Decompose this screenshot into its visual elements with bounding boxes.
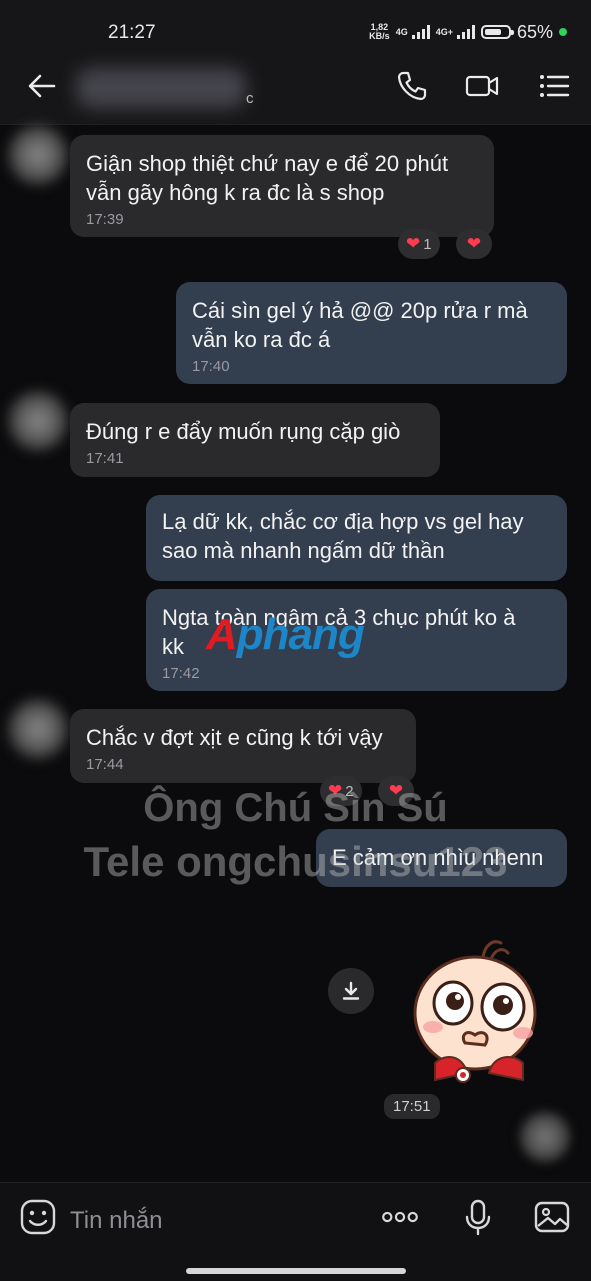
contact-name-suffix: c <box>246 90 254 107</box>
back-arrow-icon[interactable] <box>24 68 60 104</box>
gallery-icon[interactable] <box>532 1197 572 1237</box>
heart-reaction-icon: ❤ <box>406 234 421 253</box>
watermark-line-1: Ông Chú Sìn Sú <box>143 786 448 830</box>
status-icons: 1,82 KB/s 4G 4G+ 65% <box>369 20 567 44</box>
emoji-icon[interactable] <box>18 1197 58 1237</box>
battery-icon <box>480 25 514 39</box>
status-time: 21:27 <box>108 22 156 43</box>
download-button[interactable] <box>328 968 374 1014</box>
blurred-element <box>520 1112 570 1162</box>
download-icon <box>342 981 360 1000</box>
signal-icon <box>411 25 430 39</box>
privacy-dot-icon <box>559 28 567 36</box>
sticker-timestamp: 17:51 <box>384 1094 440 1119</box>
microphone-icon[interactable] <box>458 1197 498 1237</box>
message-composer: Tin nhắn <box>0 1182 591 1281</box>
contact-avatar[interactable] <box>8 699 68 759</box>
watermark-line-2: Tele ongchusinsu123 <box>83 838 508 885</box>
home-indicator[interactable] <box>186 1268 406 1274</box>
heart-icon: ❤ <box>466 234 482 253</box>
message-bubble-outgoing[interactable]: Lạ dữ kk, chắc cơ địa hợp vs gel hay sao… <box>146 495 567 581</box>
status-bar: 21:27 1,82 KB/s 4G 4G+ 65% <box>0 0 591 48</box>
message-input[interactable]: Tin nhắn <box>70 1207 163 1235</box>
menu-list-icon[interactable] <box>536 68 572 104</box>
aphang-logo-watermark: Aphang <box>206 610 365 659</box>
message-bubble-outgoing[interactable]: Cái sìn gel ý hả @@ 20p rửa r mà vẫn ko … <box>176 282 567 384</box>
message-bubble-incoming[interactable]: Đúng r e đẩy muốn rụng cặp giò 17:41 <box>70 403 440 477</box>
sim2-network-tag: 4G+ <box>435 27 453 37</box>
message-bubble-incoming[interactable]: Giận shop thiệt chứ nay e để 20 phút vẫn… <box>70 135 494 237</box>
network-speed: 1,82 KB/s <box>369 22 390 41</box>
video-call-icon[interactable] <box>464 68 500 104</box>
battery-percent: 65% <box>516 21 553 42</box>
signal-icon-2 <box>456 25 475 39</box>
baby-sticker-image[interactable] <box>405 935 550 1085</box>
phone-call-icon[interactable] <box>394 68 430 104</box>
message-bubble-incoming[interactable]: Chắc v đợt xịt e cũng k tới vậy 17:44 <box>70 709 416 783</box>
contact-avatar[interactable] <box>8 391 68 451</box>
reaction-chip[interactable]: ❤ 1 <box>398 229 440 259</box>
chat-header: c <box>0 48 591 125</box>
contact-avatar[interactable] <box>8 125 68 185</box>
more-options-icon[interactable] <box>380 1197 420 1237</box>
add-reaction-button[interactable]: ❤ <box>456 229 492 259</box>
sim1-network-tag: 4G <box>395 27 408 37</box>
contact-name-blurred[interactable] <box>76 68 246 108</box>
